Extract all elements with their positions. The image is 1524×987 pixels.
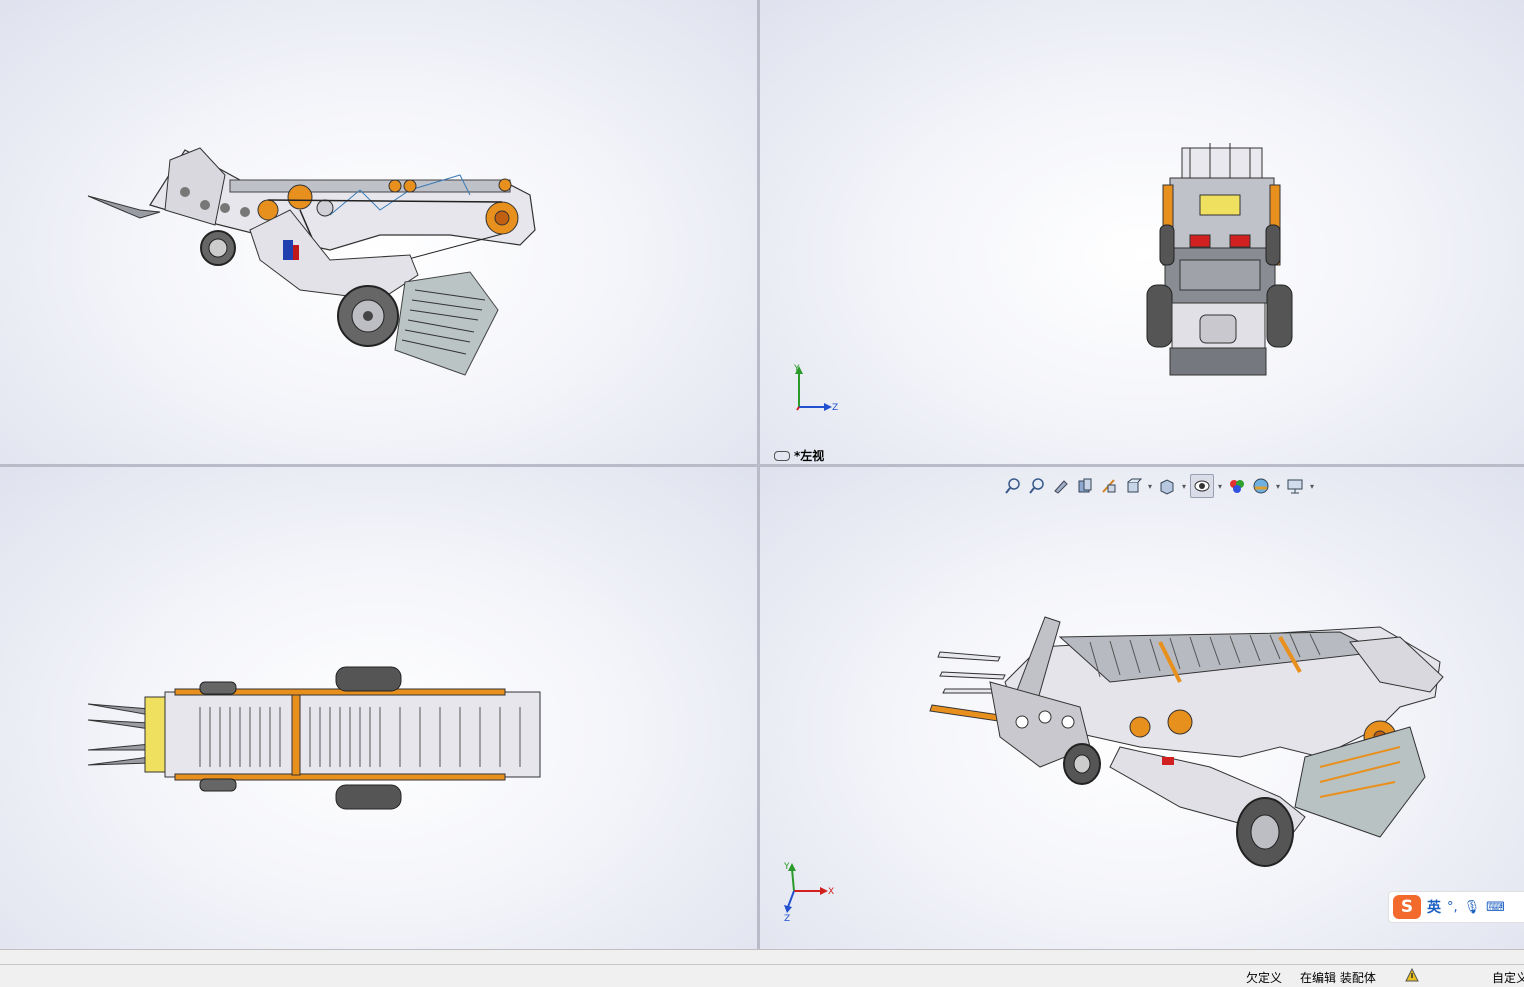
harvester-model-front-view [87, 147, 536, 376]
ime-logo-icon[interactable]: S [1393, 895, 1421, 919]
triad-iso-y-label: Y [783, 862, 790, 872]
triad-z-label: Z [832, 403, 838, 413]
triad-iso-z-label: Z [784, 914, 790, 921]
viewport-front[interactable] [0, 0, 757, 464]
units-custom[interactable]: 自定义 [1492, 969, 1524, 986]
harvester-model-top-view [87, 666, 541, 810]
keyboard-icon[interactable]: ⌨ [1486, 900, 1505, 915]
ime-language-toggle[interactable]: 英 [1427, 897, 1441, 917]
harvester-model-left-view [1146, 143, 1293, 376]
viewport-horizontal-splitter[interactable] [0, 464, 1524, 467]
triad-left-view: Y Z [793, 364, 838, 413]
status-bar-separator [0, 949, 1524, 965]
harvester-model-isometric [929, 616, 1444, 867]
link-views-icon[interactable] [774, 450, 790, 461]
status-bar: 欠定义 在编辑 装配体 自定义 [0, 964, 1524, 987]
viewport-left-view[interactable]: Y Z *左视 [760, 0, 1524, 464]
view-name-text: *左视 [794, 449, 825, 463]
viewport-isometric[interactable]: ▾ ▾ ▾ ▾ ▾ Y X Z S 英 °, 🎙 ⌨ [760, 467, 1524, 949]
viewport-top-view[interactable] [0, 467, 757, 949]
rebuild-icon[interactable] [1404, 967, 1420, 986]
triad-iso-view: Y X Z [783, 862, 834, 921]
editing-context: 在编辑 装配体 [1300, 971, 1376, 985]
ime-toolbar[interactable]: S 英 °, 🎙 ⌨ [1388, 891, 1524, 923]
view-name-label: *左视 [774, 447, 824, 464]
triad-y-label: Y [793, 364, 800, 374]
microphone-icon[interactable]: 🎙 [1464, 900, 1481, 915]
viewport-vertical-splitter[interactable] [757, 0, 760, 949]
ime-punctuation-toggle[interactable]: °, [1447, 900, 1458, 915]
triad-iso-x-label: X [828, 887, 834, 897]
definition-state: 欠定义 [1246, 971, 1283, 985]
